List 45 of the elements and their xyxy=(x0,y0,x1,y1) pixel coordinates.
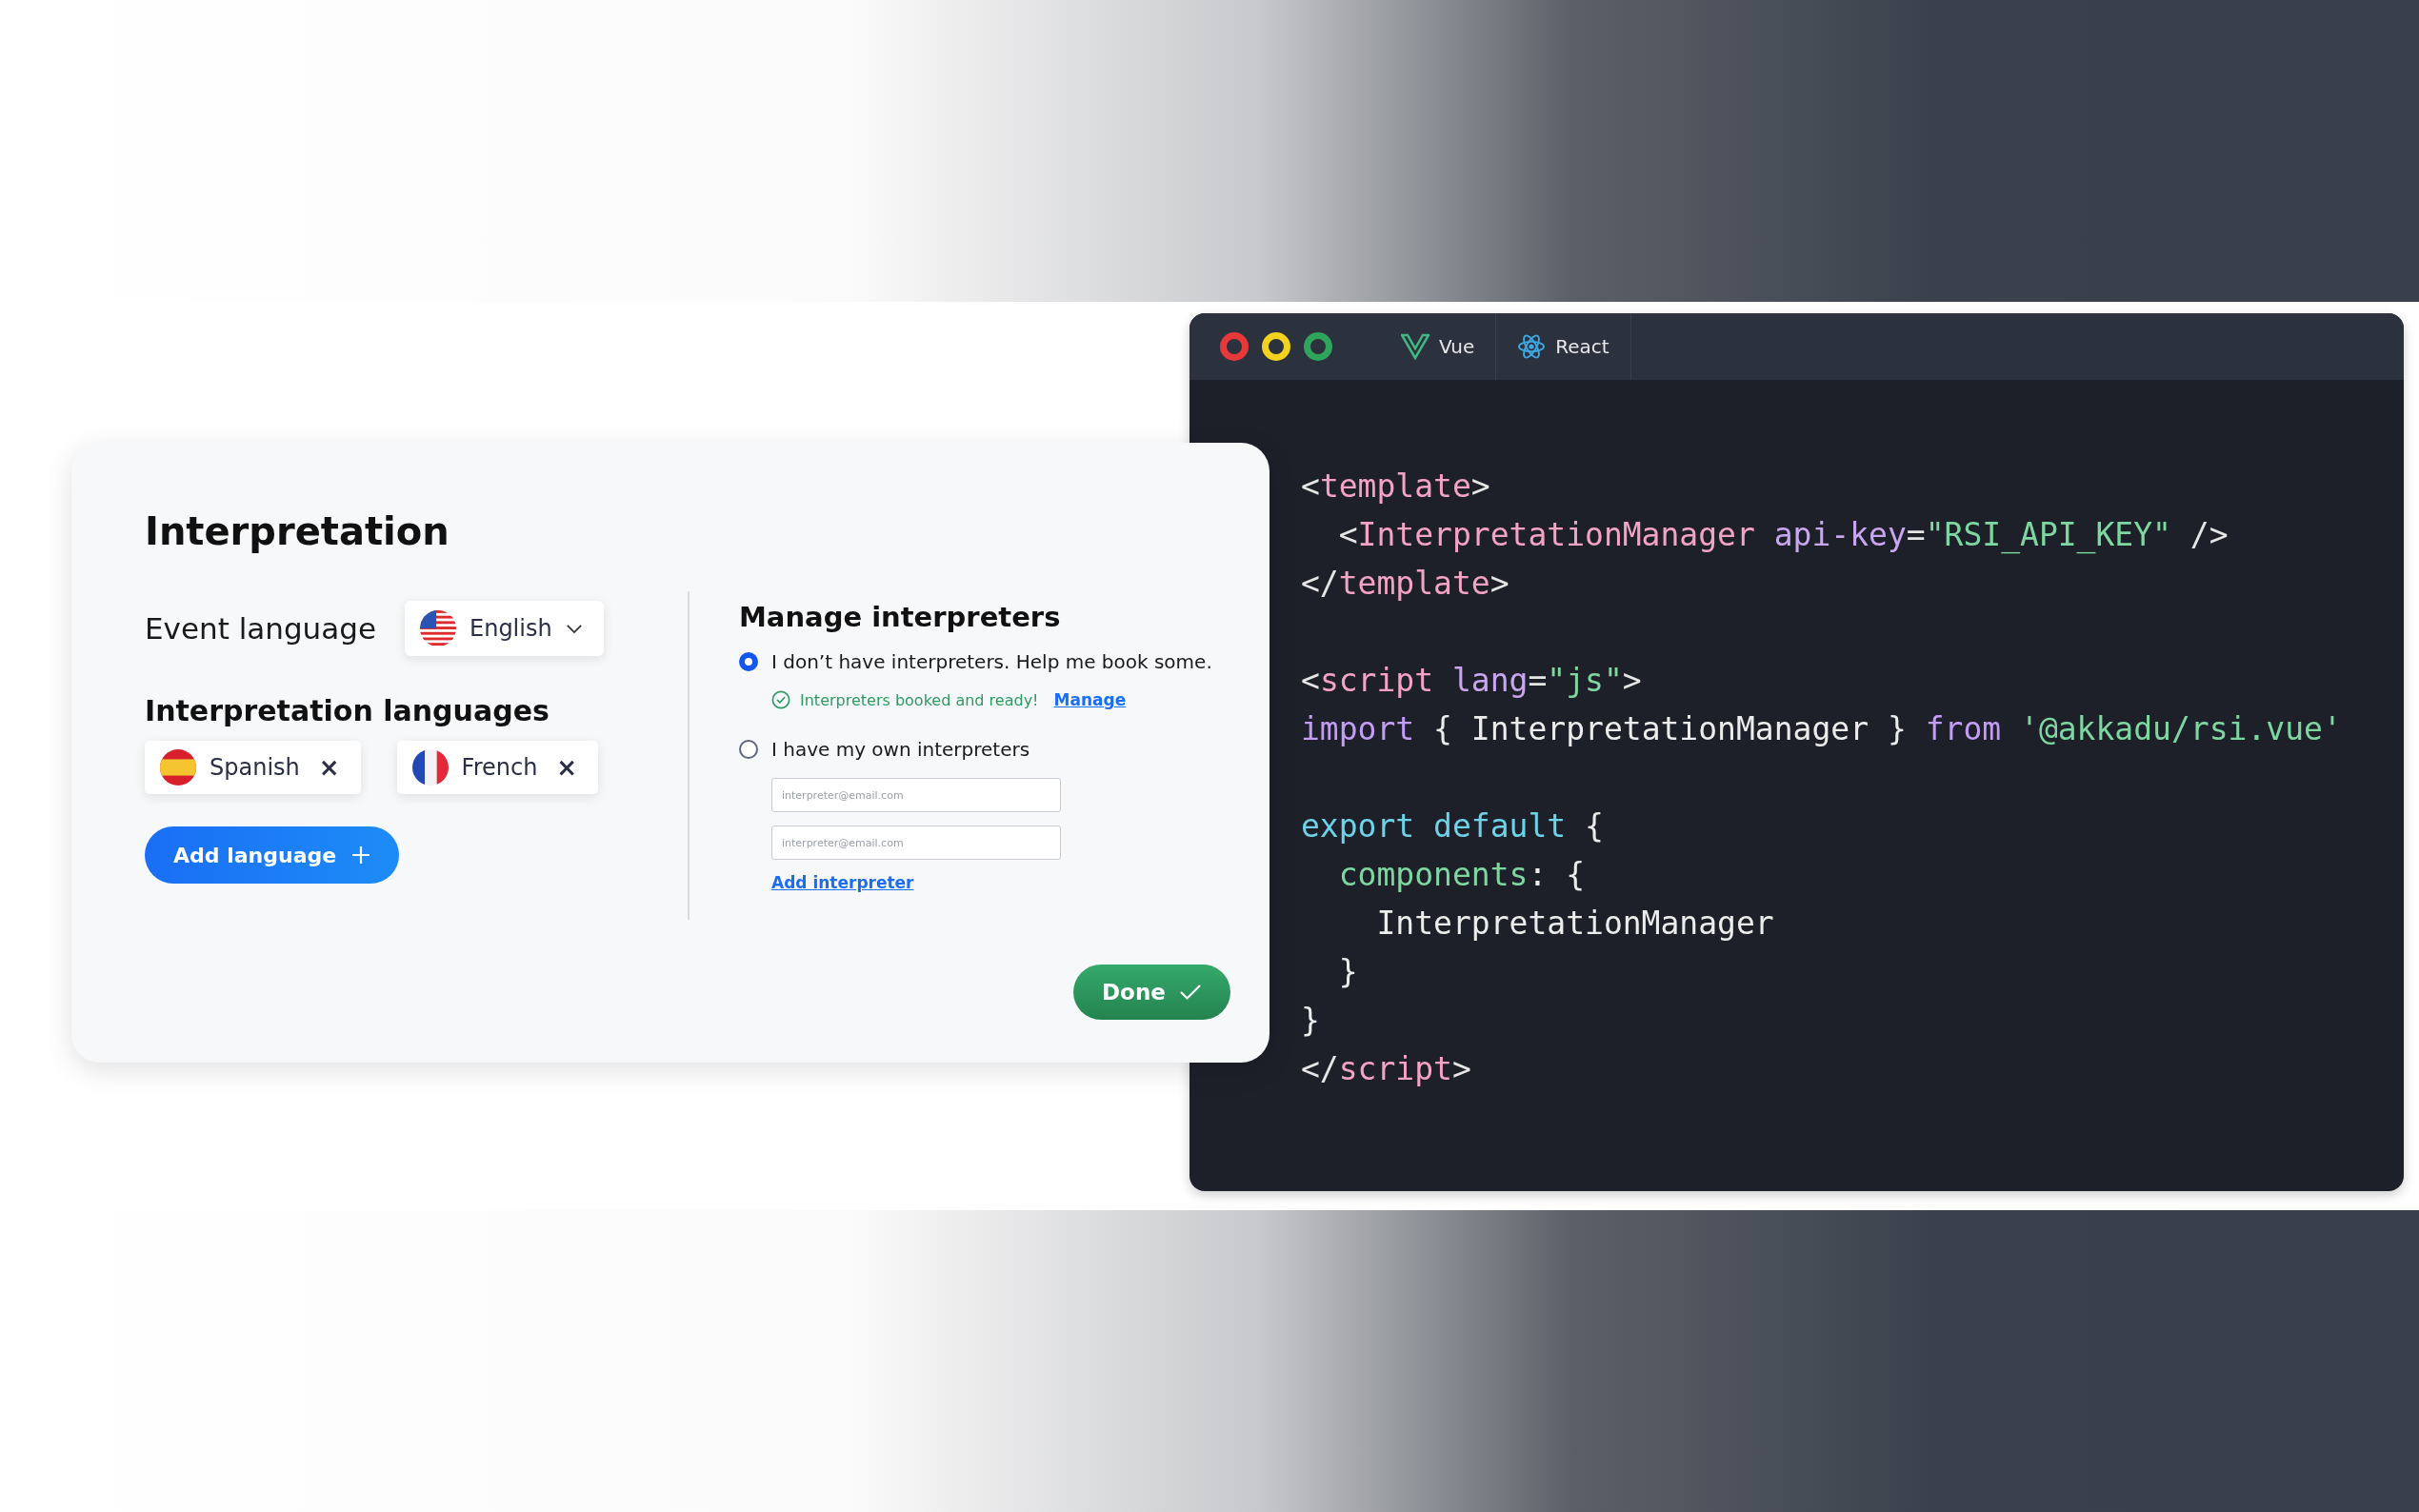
code-line: InterpretationManager xyxy=(1375,904,1774,944)
framework-tab[interactable]: React xyxy=(1496,313,1631,380)
code-line: </template> xyxy=(1301,564,1509,604)
code-line: } xyxy=(1337,952,1358,992)
flag-icon xyxy=(160,749,196,786)
radio-button[interactable] xyxy=(739,740,758,759)
code-line: <script lang="js"> xyxy=(1301,661,1642,701)
email-field[interactable]: interpreter@email.com xyxy=(771,826,1061,860)
manage-link[interactable]: Manage xyxy=(1053,690,1127,709)
close-icon[interactable] xyxy=(1220,332,1249,361)
field-label: Event language xyxy=(145,611,376,646)
remove-button[interactable]: × xyxy=(312,753,340,782)
status-text: Interpreters booked and ready! xyxy=(800,690,1039,709)
flag-icon xyxy=(411,749,449,786)
code-line: components: { xyxy=(1337,855,1586,895)
check-icon xyxy=(1178,984,1202,1001)
code-line: <InterpretationManager api-key="RSI_API_KEY" /> xyxy=(1337,515,2229,556)
done-button[interactable]: Done xyxy=(1073,965,1230,1020)
code-line: export default { xyxy=(1301,806,1604,846)
option-label: I don’t have interpreters. Help me book some. xyxy=(771,650,1212,673)
language-name: Spanish xyxy=(210,754,300,781)
option-label: I have my own interpreters xyxy=(771,738,1030,761)
framework-tab[interactable]: Vue xyxy=(1380,313,1497,380)
plus-icon xyxy=(351,846,371,865)
minimize-icon[interactable] xyxy=(1262,332,1290,361)
language-dropdown[interactable]: English xyxy=(405,601,604,656)
remove-button[interactable]: × xyxy=(550,753,578,782)
section-heading: Interpretation languages xyxy=(145,694,550,727)
code-line: <template> xyxy=(1301,467,1490,507)
maximize-icon[interactable] xyxy=(1304,332,1332,361)
chevron-down-icon xyxy=(565,623,583,634)
dialog-title: Interpretation xyxy=(145,509,450,553)
section-heading: Manage interpreters xyxy=(739,601,1061,633)
flag-icon xyxy=(420,610,456,647)
code-line: import { InterpretationManager } from '@akkadu/rsi.vue' xyxy=(1301,709,2342,749)
radio-button[interactable] xyxy=(739,652,758,671)
code-line: </script> xyxy=(1301,1049,1471,1089)
v-logo-icon xyxy=(1401,333,1429,360)
add-language-button[interactable]: Add language xyxy=(145,826,400,884)
add-interpreter-link[interactable]: Add interpreter xyxy=(771,873,914,892)
check-circle-icon xyxy=(771,690,790,709)
language-name: French xyxy=(461,754,538,781)
atom-icon xyxy=(1517,333,1547,360)
code-line: } xyxy=(1301,1001,1320,1041)
email-field[interactable]: interpreter@email.com xyxy=(771,778,1061,812)
